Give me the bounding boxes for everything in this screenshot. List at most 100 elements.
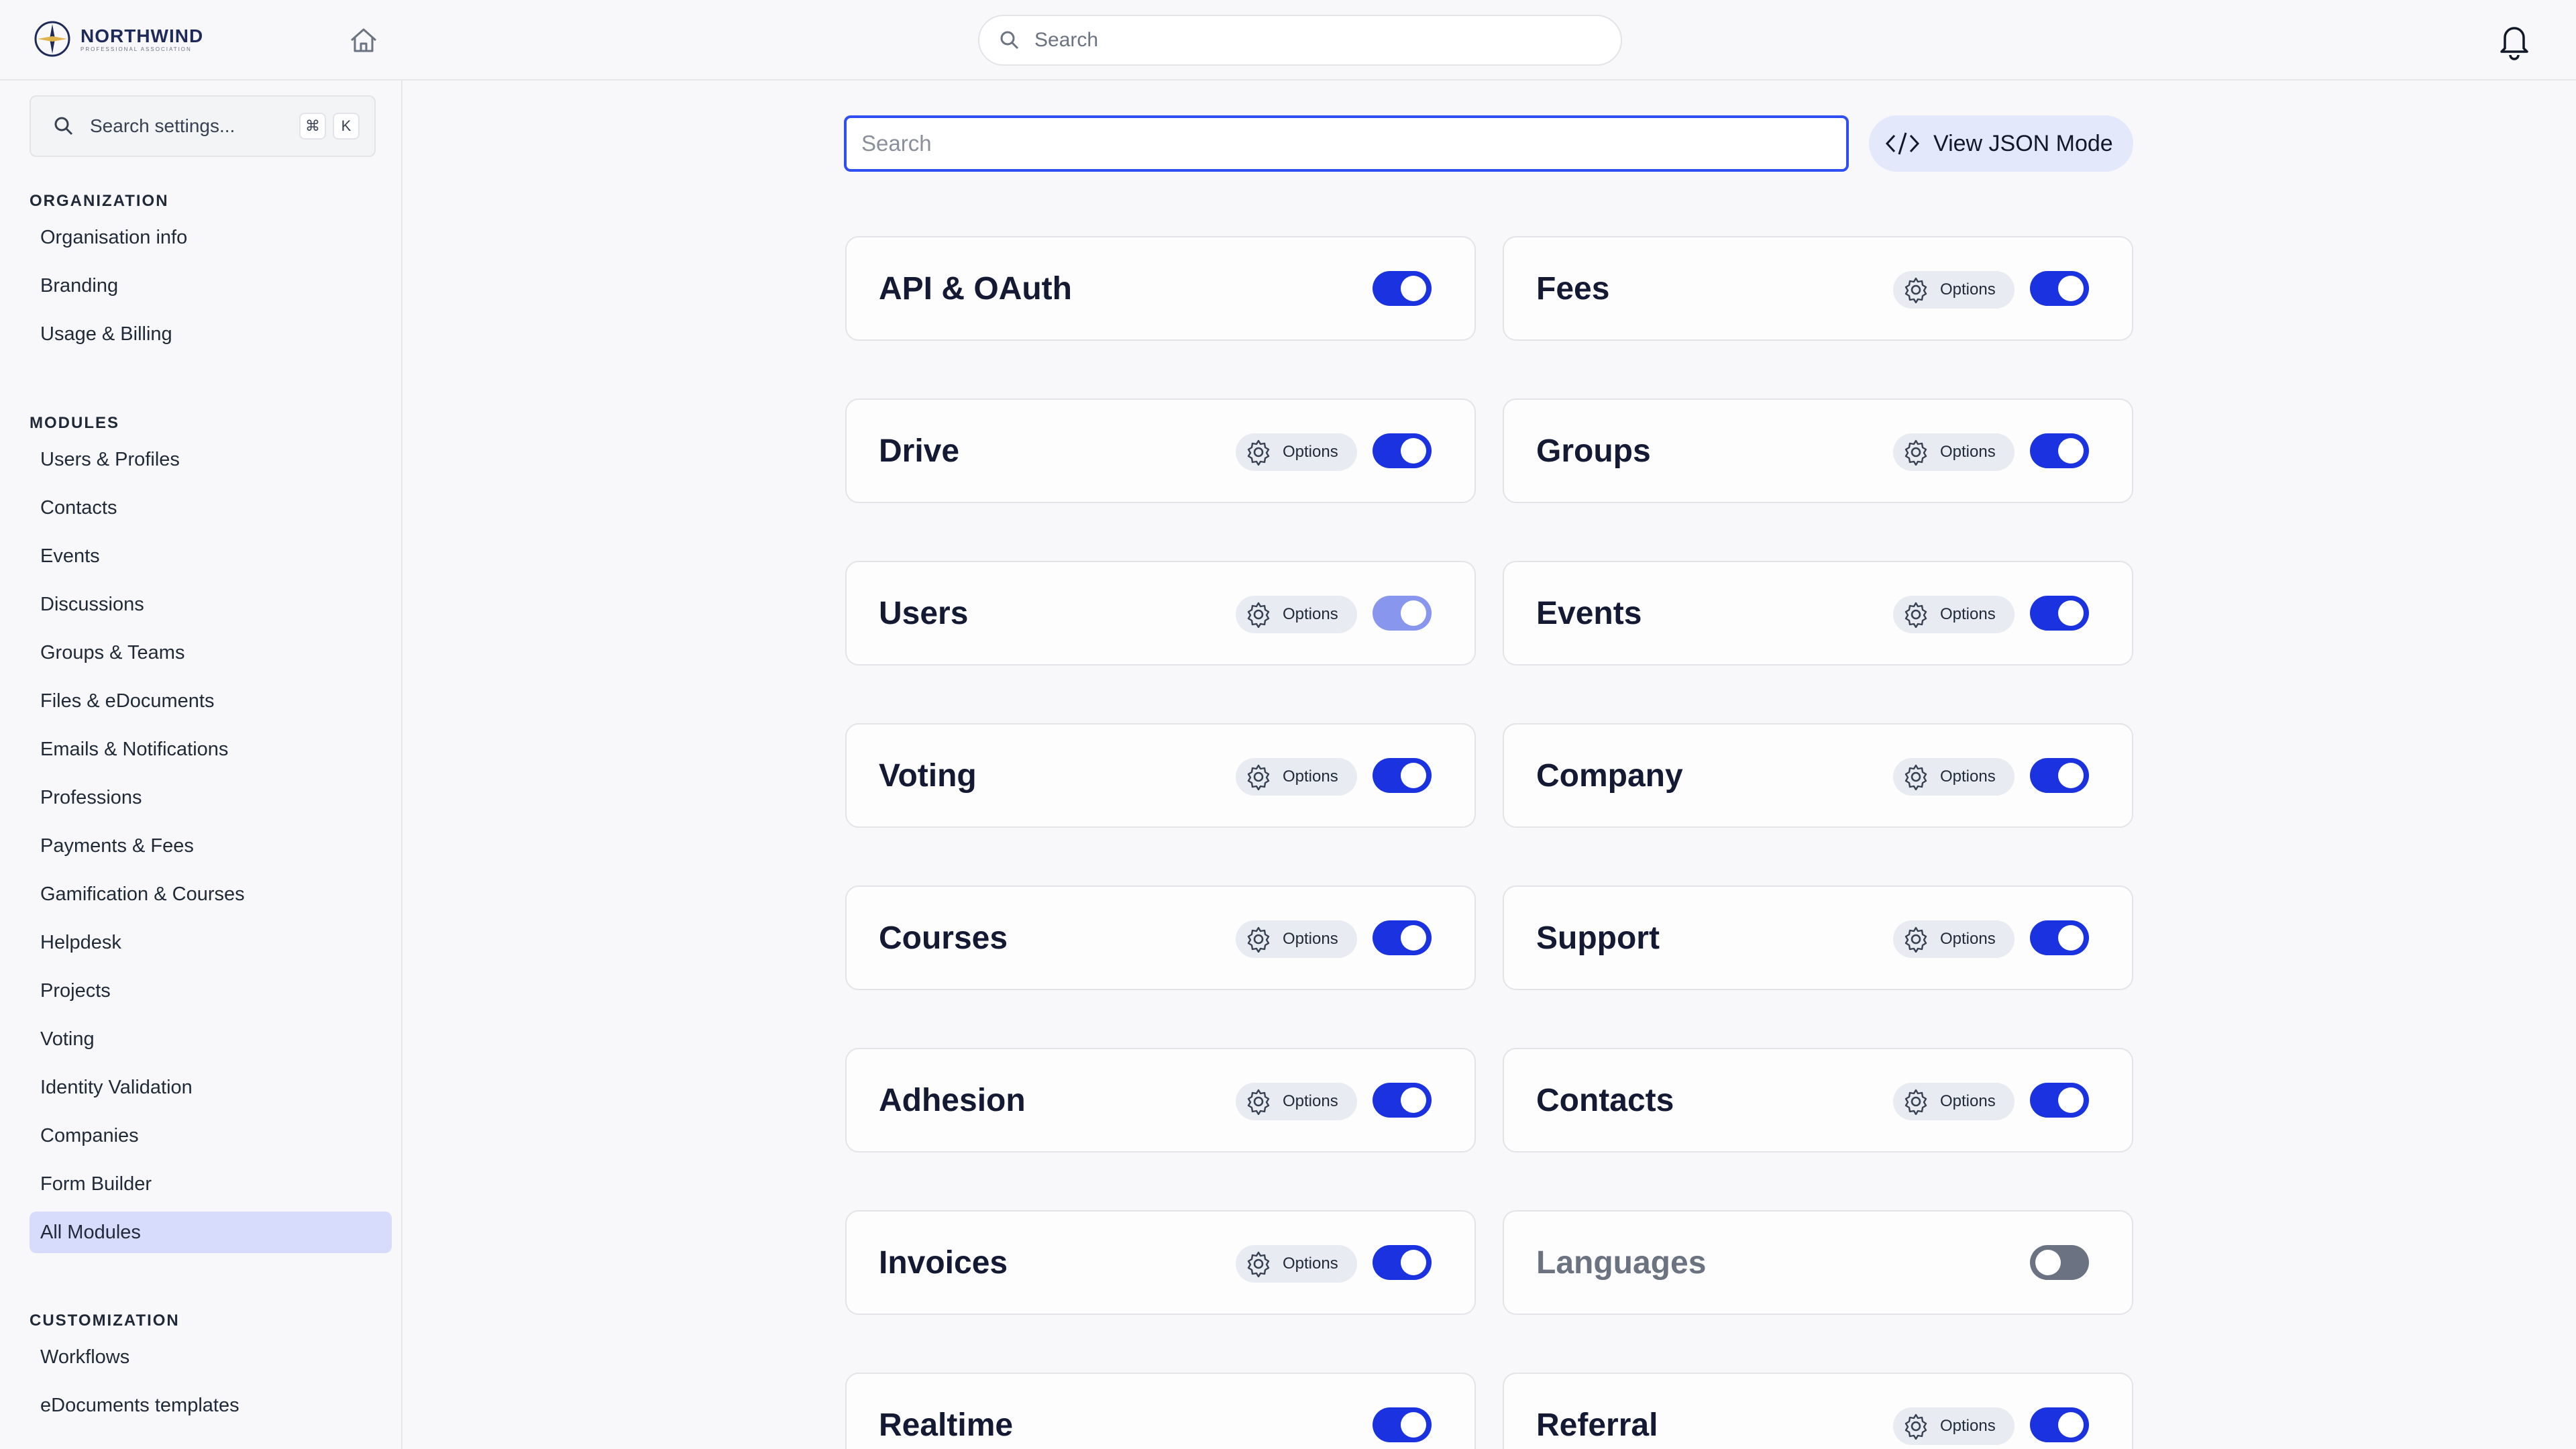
sidebar-item-organisation-info[interactable]: Organisation info (30, 217, 392, 258)
module-toggle[interactable] (1373, 271, 1432, 306)
sidebar-item-usage-billing[interactable]: Usage & Billing (30, 313, 392, 355)
module-name: Contacts (1536, 1082, 1674, 1118)
home-icon[interactable] (349, 27, 378, 54)
sidebar-item-groups-teams[interactable]: Groups & Teams (30, 632, 392, 674)
options-label: Options (1283, 1092, 1338, 1110)
gear-icon (1247, 602, 1270, 628)
gear-icon (1904, 277, 1927, 303)
options-label: Options (1283, 767, 1338, 786)
brand-tagline: PROFESSIONAL ASSOCIATION (80, 46, 192, 52)
options-button[interactable]: Options (1236, 1245, 1357, 1283)
options-label: Options (1283, 443, 1338, 461)
section-title-modules: MODULES (30, 414, 119, 432)
gear-icon (1904, 764, 1927, 790)
toggle-knob (2035, 1250, 2061, 1275)
gear-icon (1247, 764, 1270, 790)
search-icon (1000, 31, 1019, 50)
module-search-field[interactable] (861, 131, 1846, 156)
options-label: Options (1283, 930, 1338, 948)
module-card-invoices: Invoices Options (845, 1210, 1476, 1315)
toggle-knob (2058, 1087, 2084, 1113)
options-button[interactable]: Options (1893, 758, 2015, 796)
module-toggle[interactable] (1373, 596, 1432, 631)
sidebar-item-form-builder[interactable]: Form Builder (30, 1163, 392, 1205)
module-name: Drive (879, 433, 960, 469)
options-button[interactable]: Options (1893, 433, 2015, 471)
module-name: Adhesion (879, 1082, 1026, 1118)
toggle-knob (1401, 438, 1426, 464)
module-card-drive: Drive Options (845, 398, 1476, 503)
module-name: Users (879, 595, 969, 631)
sidebar-item-users-profiles[interactable]: Users & Profiles (30, 439, 392, 480)
options-button[interactable]: Options (1236, 1083, 1357, 1120)
sidebar-item-workflows[interactable]: Workflows (30, 1336, 392, 1378)
module-toggle[interactable] (1373, 433, 1432, 468)
module-toggle[interactable] (2030, 271, 2089, 306)
sidebar-item-discussions[interactable]: Discussions (30, 584, 392, 625)
options-button[interactable]: Options (1236, 758, 1357, 796)
options-button[interactable]: Options (1893, 1083, 2015, 1120)
module-search-input[interactable] (844, 115, 1849, 172)
module-toggle[interactable] (1373, 1245, 1432, 1280)
sidebar-item-files-edocuments[interactable]: Files & eDocuments (30, 680, 392, 722)
toggle-knob (1401, 600, 1426, 626)
settings-search-input[interactable]: Search settings... ⌘ K (30, 95, 376, 157)
sidebar-item-all-modules[interactable]: All Modules (30, 1212, 392, 1253)
options-label: Options (1283, 1254, 1338, 1273)
sidebar-item-edocuments-templates[interactable]: eDocuments templates (30, 1385, 392, 1426)
module-card-fees: Fees Options (1503, 236, 2133, 341)
module-name: Fees (1536, 270, 1610, 307)
module-card-api-oauth: API & OAuth (845, 236, 1476, 341)
sidebar-item-emails-notifications[interactable]: Emails & Notifications (30, 729, 392, 770)
sidebar-item-identity-validation[interactable]: Identity Validation (30, 1067, 392, 1108)
module-toggle[interactable] (2030, 1245, 2089, 1280)
options-button[interactable]: Options (1893, 596, 2015, 633)
toggle-knob (2058, 276, 2084, 301)
brand-name: NORTHWIND (80, 25, 204, 46)
code-icon (1885, 132, 1920, 155)
module-toggle[interactable] (2030, 1083, 2089, 1118)
sidebar-item-branding[interactable]: Branding (30, 265, 392, 307)
module-toggle[interactable] (2030, 1407, 2089, 1442)
module-toggle[interactable] (1373, 1083, 1432, 1118)
section-title-customization: CUSTOMIZATION (30, 1311, 180, 1330)
compass-logo-icon (34, 21, 70, 57)
sidebar-item-helpdesk[interactable]: Helpdesk (30, 922, 392, 963)
module-toggle[interactable] (2030, 758, 2089, 793)
sidebar-item-companies[interactable]: Companies (30, 1115, 392, 1157)
logo[interactable]: NORTHWIND PROFESSIONAL ASSOCIATION (34, 20, 203, 58)
options-button[interactable]: Options (1236, 596, 1357, 633)
module-toggle[interactable] (2030, 596, 2089, 631)
module-toggle[interactable] (2030, 920, 2089, 955)
sidebar-item-payments-fees[interactable]: Payments & Fees (30, 825, 392, 867)
options-label: Options (1940, 443, 1996, 461)
options-button[interactable]: Options (1236, 433, 1357, 471)
sidebar-item-gamification-courses[interactable]: Gamification & Courses (30, 873, 392, 915)
toggle-knob (1401, 1087, 1426, 1113)
options-button[interactable]: Options (1236, 920, 1357, 958)
module-name: Languages (1536, 1244, 1707, 1281)
command-key-hint: ⌘ (299, 113, 326, 140)
toggle-knob (1401, 925, 1426, 951)
sidebar-item-voting[interactable]: Voting (30, 1018, 392, 1060)
options-label: Options (1940, 1417, 1996, 1435)
options-button[interactable]: Options (1893, 920, 2015, 958)
sidebar-item-contacts[interactable]: Contacts (30, 487, 392, 529)
notification-bell-icon[interactable] (2496, 20, 2533, 60)
search-icon (54, 117, 73, 136)
sidebar-item-projects[interactable]: Projects (30, 970, 392, 1012)
global-search-input[interactable]: Search (978, 15, 1622, 66)
options-button[interactable]: Options (1893, 271, 2015, 309)
module-toggle[interactable] (1373, 758, 1432, 793)
sidebar-item-professions[interactable]: Professions (30, 777, 392, 818)
module-card-events: Events Options (1503, 561, 2133, 665)
module-name: Realtime (879, 1407, 1014, 1443)
module-toggle[interactable] (1373, 1407, 1432, 1442)
module-toggle[interactable] (2030, 433, 2089, 468)
view-json-mode-button[interactable]: View JSON Mode (1869, 115, 2133, 172)
module-card-contacts: Contacts Options (1503, 1048, 2133, 1152)
module-toggle[interactable] (1373, 920, 1432, 955)
options-button[interactable]: Options (1893, 1407, 2015, 1445)
module-card-users: Users Options (845, 561, 1476, 665)
sidebar-item-events[interactable]: Events (30, 535, 392, 577)
